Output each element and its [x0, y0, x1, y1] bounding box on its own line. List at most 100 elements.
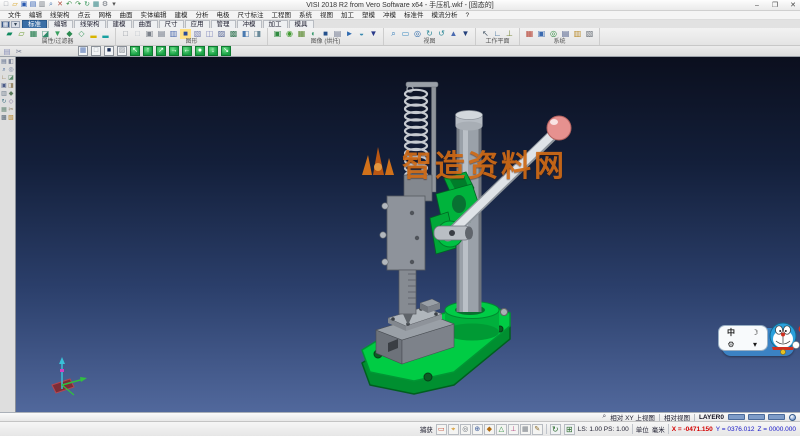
perpendicular-snap-icon[interactable]: ⊥	[508, 424, 519, 435]
background-icon[interactable]: ■	[320, 29, 331, 39]
midpoint-snap-icon[interactable]: ⌖	[448, 424, 459, 435]
menu-solid-edit[interactable]: 实体编辑	[137, 11, 171, 20]
workplane-axis-icon[interactable]: ∟	[492, 29, 503, 39]
filter-solid-icon[interactable]: ◆	[64, 29, 75, 39]
ime-toolbar[interactable]: 中 ☽ ⚙ ▾	[716, 319, 800, 367]
wireframe-icon[interactable]: ▥	[168, 29, 179, 39]
maximize-button[interactable]: ❐	[770, 0, 780, 11]
menu-flow-analysis[interactable]: 模流分析	[428, 11, 462, 20]
tab-die[interactable]: 冲模	[237, 20, 262, 28]
bottom-view-icon[interactable]: ↓	[208, 46, 218, 56]
pen-snap-icon[interactable]: ✎	[532, 424, 543, 435]
printer-icon[interactable]: ▧	[584, 29, 595, 39]
copy-icon[interactable]: ▥	[1, 91, 7, 98]
tab-manage[interactable]: 管理	[211, 20, 236, 28]
quadrant-snap-icon[interactable]: ◆	[484, 424, 495, 435]
material-icon[interactable]: ◉	[284, 29, 295, 39]
menu-mesh[interactable]: 网格	[95, 11, 116, 20]
paste-icon[interactable]: ▤	[2, 47, 12, 56]
shadow-icon[interactable]: ◧	[240, 29, 251, 39]
cursor-workplane-icon[interactable]: ↖	[480, 29, 491, 39]
ruler-icon[interactable]: ▥	[572, 29, 583, 39]
render-scene-icon[interactable]: ▣	[272, 29, 283, 39]
ime-menu-icon[interactable]: ▾	[753, 340, 757, 349]
front-view-icon[interactable]: ↗	[156, 46, 166, 56]
reflect-icon[interactable]: ◨	[252, 29, 263, 39]
undo-icon[interactable]: ↶	[65, 1, 73, 9]
globe-icon[interactable]: ◎	[548, 29, 559, 39]
tab-modeling[interactable]: 建模	[107, 20, 132, 28]
shade-off-icon[interactable]: □	[120, 29, 131, 39]
measure-icon[interactable]: ∟	[1, 75, 7, 82]
screen-icon[interactable]: ▣	[536, 29, 547, 39]
view-search-icon[interactable]: ⌕	[602, 413, 606, 421]
rotate-view-icon[interactable]: ↻	[424, 29, 435, 39]
view-white-icon[interactable]: □	[91, 46, 101, 56]
group-icon[interactable]: ▩	[1, 115, 7, 122]
shade-white-icon[interactable]: □	[132, 29, 143, 39]
render-sel-icon[interactable]: ▩	[228, 29, 239, 39]
level-teal-icon[interactable]: ▂	[100, 29, 111, 39]
viewport-layout-icon[interactable]: ▦	[78, 46, 88, 56]
layers-icon[interactable]: ▦	[92, 1, 100, 9]
menu-analysis[interactable]: 分析	[192, 11, 213, 20]
hand-press-model[interactable]	[332, 72, 592, 402]
props-icon[interactable]: ▧	[8, 115, 14, 122]
ime-moon-icon[interactable]: ☽	[751, 328, 758, 337]
grid-snap-icon[interactable]: ▦	[520, 424, 531, 435]
mask-icon[interactable]: ◪	[8, 75, 14, 82]
select-icon[interactable]: ▤	[1, 59, 7, 66]
save-all-icon[interactable]: ▤	[29, 1, 37, 9]
menu-surface[interactable]: 曲面	[116, 11, 137, 20]
filter-face-icon[interactable]: ◇	[76, 29, 87, 39]
texture-icon[interactable]: ▦	[296, 29, 307, 39]
pan-icon[interactable]: ◧	[8, 59, 14, 66]
menu-die[interactable]: 冲模	[379, 11, 400, 20]
workplane-normal-icon[interactable]: ⊥	[504, 29, 515, 39]
tab-surface[interactable]: 曲面	[133, 20, 158, 28]
open-folder-icon[interactable]: ▱	[11, 1, 19, 9]
zoom-icon[interactable]: ⌕	[388, 29, 399, 39]
trim-icon[interactable]: ✂	[8, 107, 14, 114]
erase-icon[interactable]: ◨	[8, 83, 14, 90]
menu-system[interactable]: 系统	[295, 11, 316, 20]
light-icon[interactable]: ◐	[308, 29, 319, 39]
menu-pointcloud[interactable]: 点云	[74, 11, 95, 20]
animate-icon[interactable]: ►	[344, 29, 355, 39]
info-icon[interactable]: ▣	[1, 83, 7, 90]
redo-icon[interactable]: ↷	[74, 1, 82, 9]
tab-mould[interactable]: 模具	[289, 20, 314, 28]
next-view-icon[interactable]: ▼	[460, 29, 471, 39]
print-icon[interactable]: ▥	[38, 1, 46, 9]
zoom-in-icon[interactable]: ⌕	[1, 67, 7, 74]
iso-view-icon[interactable]: ↖	[130, 46, 140, 56]
move-icon[interactable]: ◆	[8, 91, 14, 98]
menu-help[interactable]: ?	[462, 11, 474, 20]
menu-mould[interactable]: 塑模	[358, 11, 379, 20]
refresh-icon[interactable]: ↻	[83, 1, 91, 9]
tangent-snap-icon[interactable]: △	[496, 424, 507, 435]
entity-color-swatch[interactable]	[748, 414, 765, 420]
view-gray-icon[interactable]: ▨	[117, 46, 127, 56]
attr-style-icon[interactable]: ◪	[40, 29, 51, 39]
tab-wireframe[interactable]: 线架构	[74, 20, 106, 28]
preview-icon[interactable]: ⌕	[47, 1, 55, 9]
tab-application[interactable]: 应用	[185, 20, 210, 28]
shade-flat-icon[interactable]: ▣	[144, 29, 155, 39]
view-dark-icon[interactable]: ■	[104, 46, 114, 56]
grid-settings-icon[interactable]: ▤	[560, 29, 571, 39]
attr-layer-icon[interactable]: ▦	[28, 29, 39, 39]
attr-color-icon[interactable]: ▰	[4, 29, 15, 39]
tab-scroll-icon[interactable]: ▾	[11, 21, 20, 28]
axon-view-icon[interactable]: ↘	[221, 46, 231, 56]
bg-color-swatch[interactable]	[728, 414, 745, 420]
shade-gouraud-icon[interactable]: ▤	[156, 29, 167, 39]
level-yellow-icon[interactable]: ▂	[88, 29, 99, 39]
palette-icon[interactable]: ▦	[524, 29, 535, 39]
tab-edit[interactable]: 编辑	[48, 20, 73, 28]
prev-view-icon[interactable]: ▲	[448, 29, 459, 39]
right-view-icon[interactable]: →	[169, 46, 179, 56]
refresh-snap-icon[interactable]: ↻	[550, 424, 561, 435]
shaded-edges-icon[interactable]: ■	[180, 29, 191, 39]
units-value[interactable]: 毫米	[652, 424, 665, 434]
